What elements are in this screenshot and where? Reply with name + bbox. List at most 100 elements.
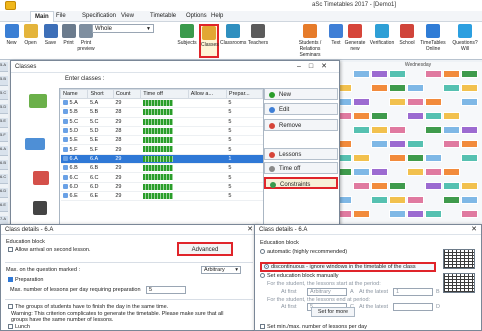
allow-second-lesson-option[interactable]: Allow arrival on second lesson. [8,247,91,253]
timetable-cell[interactable] [443,182,460,190]
advanced-button[interactable]: Advanced [177,242,233,256]
table-row[interactable]: 6.C 6.C 29 5 [60,172,263,183]
timetable-cell[interactable] [389,140,406,148]
timetable-cell[interactable] [371,182,388,190]
column-header[interactable]: Name [60,89,89,99]
timetable-cell[interactable] [389,98,406,106]
timetables-online-button[interactable]: TimeTables Online [419,24,447,58]
start-first-select[interactable]: Arbitrary [307,288,347,296]
groups-finish-option[interactable]: The groups of students have to finish th… [8,304,168,310]
column-header[interactable]: Time off [140,89,189,99]
table-row[interactable]: 5.B 5.B 28 5 [60,107,263,118]
set-for-more-button[interactable]: Set for more [311,307,355,317]
timetable-cell[interactable] [461,154,478,162]
table-row[interactable]: 6.D 6.D 29 5 [60,182,263,192]
timetable-cell[interactable] [461,70,478,78]
timetable-cell[interactable] [425,112,442,120]
min-max-option[interactable]: Set min./max. number of lessons per day [260,324,367,330]
menu-main[interactable]: Main [30,11,54,22]
radio[interactable] [260,273,265,279]
timetable-cell[interactable] [389,154,406,162]
set-manually-option[interactable]: Set education block manually [260,273,339,279]
timetable-cell[interactable] [353,126,370,134]
timetable-cell[interactable] [425,154,442,162]
table-row[interactable]: 5.D 5.D 28 5 [60,126,263,137]
checkbox[interactable] [8,247,13,253]
automatic-option[interactable]: automatic (highly recommended) [260,249,347,255]
table-row[interactable]: 5.F 5.F 29 5 [60,144,263,155]
close-icon[interactable]: ✕ [247,225,253,233]
lessons-button[interactable]: Lessons [264,148,338,160]
timetable-cell[interactable] [443,196,460,204]
timetable-cell[interactable] [389,210,406,218]
column-header[interactable]: Allow a... [187,89,227,99]
questions-will-button[interactable]: Questions? Will [448,24,482,58]
radio-selected[interactable] [264,264,269,270]
timetable-cell[interactable] [461,140,478,148]
timetable-cell[interactable] [443,84,460,92]
edit-button[interactable]: Edit [264,103,338,115]
discontinuous-option[interactable]: discontinuous - ignore windows in the ti… [260,262,436,272]
timetable-cell[interactable] [353,70,370,78]
open-button[interactable]: Open [22,24,39,58]
timetable-cell[interactable] [371,126,388,134]
verification-button[interactable]: Verification [368,24,396,58]
timetable-cell[interactable] [407,196,424,204]
timetable-cell[interactable] [371,196,388,204]
view-scope-select[interactable]: Whole ▼ [92,24,154,33]
timetable-cell[interactable] [353,112,370,120]
timetable-cell[interactable] [389,84,406,92]
remove-button[interactable]: Remove [264,119,338,131]
timetable-cell[interactable] [371,112,388,120]
timetable-cell[interactable] [443,126,460,134]
window-controls[interactable]: –□✕ [297,62,335,70]
timetable-cell[interactable] [461,196,478,204]
classrooms-button[interactable]: Classrooms [220,24,246,58]
column-header[interactable]: Prepar... [225,89,263,99]
table-row[interactable]: 6.B 6.B 29 5 [60,163,263,174]
timetable-cell[interactable] [443,112,460,120]
start-latest-select[interactable]: 1 [393,288,433,296]
new-button[interactable]: New [3,24,20,58]
app-logo-icon[interactable] [5,1,16,10]
teachers-button[interactable]: Teachers [247,24,269,58]
max-lessons-input[interactable]: 5 [146,286,186,294]
checkbox[interactable] [8,324,13,330]
lunch-option[interactable]: Lunch [8,324,30,330]
classes-button[interactable]: Classes [199,24,219,58]
subjects-button[interactable]: Subjects [176,24,198,58]
timetable-cell[interactable] [425,126,442,134]
constraints-button[interactable]: Constraints [264,177,338,189]
timetable-cell[interactable] [443,70,460,78]
timetable-cell[interactable] [389,70,406,78]
preparation-option[interactable]: Preparation [8,277,43,283]
checkbox-checked[interactable] [8,277,13,283]
table-row[interactable]: 6.E 6.E 29 5 [60,191,263,202]
table-row[interactable]: 5.E 5.E 28 5 [60,135,263,146]
timetable-cell[interactable] [371,140,388,148]
text-button[interactable]: Text [329,24,343,58]
timetable-cell[interactable] [407,168,424,176]
timetable-cell[interactable] [353,210,370,218]
timetable-cell[interactable] [407,140,424,148]
menu-file[interactable]: File [52,11,70,22]
timetable-cell[interactable] [425,210,442,218]
end-latest-select[interactable] [393,303,433,311]
timetable-cell[interactable] [443,168,460,176]
timetable-cell[interactable] [353,154,370,162]
time-off-button[interactable]: Time off [264,162,338,174]
checkbox[interactable] [260,324,265,330]
menu-view[interactable]: View [117,11,138,22]
timetable-cell[interactable] [389,182,406,190]
timetable-cell[interactable] [353,182,370,190]
generate-new-button[interactable]: Generate new [344,24,366,58]
table-row[interactable]: 5.C 5.C 29 5 [60,117,263,127]
menu-timetable[interactable]: Timetable [146,11,180,22]
timetable-cell[interactable] [425,182,442,190]
timetable-cell[interactable] [407,112,424,120]
school-button[interactable]: School [397,24,417,58]
timetable-cell[interactable] [461,126,478,134]
timetable-cell[interactable] [443,140,460,148]
close-icon[interactable]: ✕ [471,225,477,233]
timetable-cell[interactable] [461,210,478,218]
